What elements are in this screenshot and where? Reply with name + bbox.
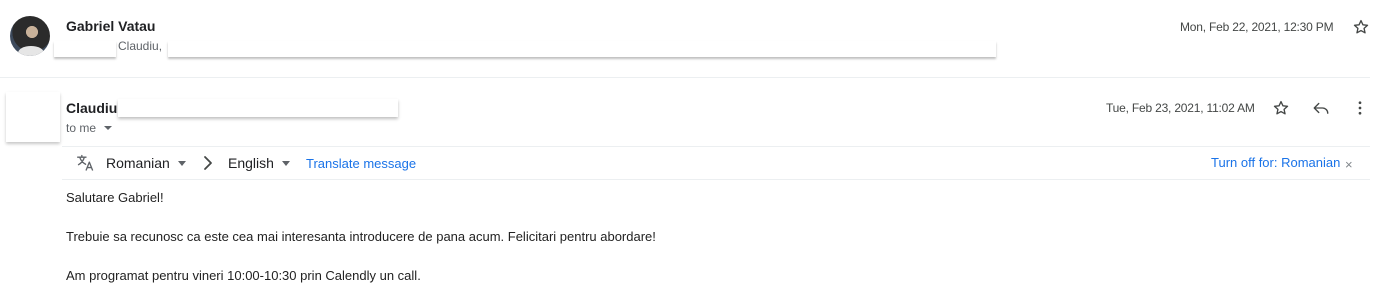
caret-down-icon [281,160,290,166]
message-snippet[interactable]: Claudiu, [118,39,162,53]
target-language-select[interactable]: English [228,155,290,171]
divider [62,146,1370,147]
redaction-box [118,99,398,117]
message-date: Tue, Feb 23, 2021, 11:02 AM [1106,101,1255,115]
sender-name[interactable]: Claudiu [66,100,117,116]
divider [62,179,1370,180]
close-icon[interactable]: × [1345,157,1353,172]
sender-avatar[interactable] [6,92,60,142]
divider [0,77,1370,78]
more-vert-icon[interactable] [1350,98,1370,118]
message-body-line: Salutare Gabriel! [66,190,164,205]
target-language-label: English [228,155,274,171]
translate-message-link[interactable]: Translate message [306,156,416,171]
recipients-toggle[interactable]: to me [66,121,113,135]
recipients-label: to me [66,121,97,135]
chevron-right-icon [201,154,215,172]
caret-down-icon [177,160,186,166]
turn-off-translation-link[interactable]: Turn off for: Romanian [1211,155,1340,170]
caret-down-icon[interactable] [104,126,113,130]
sender-name[interactable]: Gabriel Vatau [66,18,155,34]
star-icon[interactable] [1352,18,1370,36]
source-language-select[interactable]: Romanian [106,155,186,171]
message-body-line: Am programat pentru vineri 10:00-10:30 p… [66,268,421,283]
reply-icon[interactable] [1311,98,1331,118]
redaction-box [168,41,996,57]
message-body-line: Trebuie sa recunosc ca este cea mai inte… [66,229,656,244]
source-language-label: Romanian [106,155,170,171]
message-date: Mon, Feb 22, 2021, 12:30 PM [1180,20,1334,34]
star-icon[interactable] [1271,98,1291,118]
sender-avatar[interactable] [10,16,50,56]
redaction-box [54,41,116,57]
translate-icon [76,153,96,173]
